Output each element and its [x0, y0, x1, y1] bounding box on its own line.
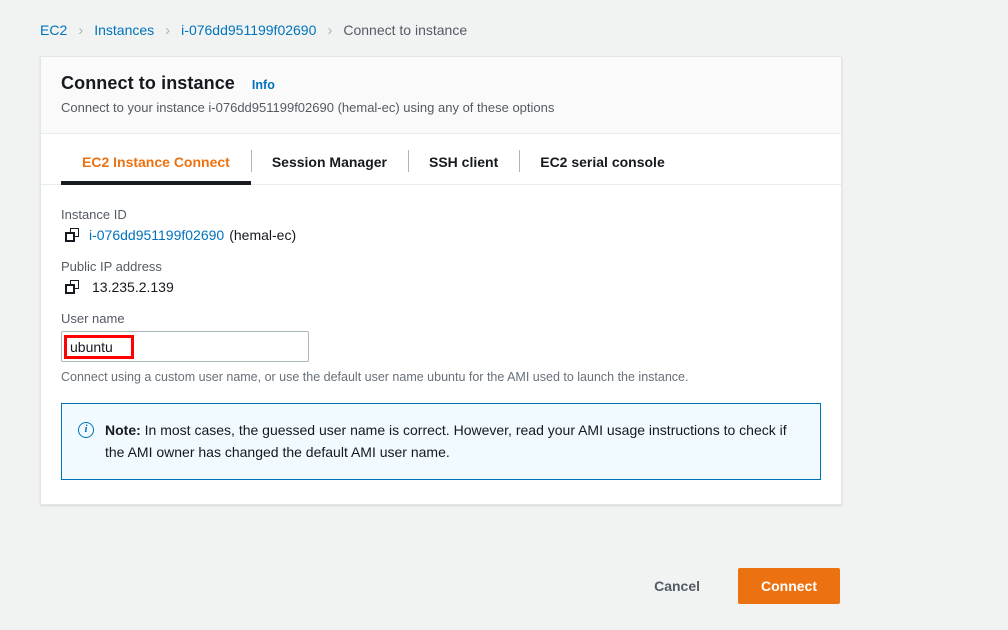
copy-icon[interactable]: [65, 228, 79, 242]
instance-id-value[interactable]: i-076dd951199f02690: [89, 227, 224, 243]
user-name-label: User name: [61, 311, 125, 326]
footer-actions: Cancel Connect: [40, 568, 840, 604]
connect-button[interactable]: Connect: [738, 568, 840, 604]
card-body: Instance ID i-076dd951199f02690 (hemal-e…: [41, 185, 841, 504]
user-name-input-wrapper: [61, 331, 309, 362]
connect-to-instance-card: Connect to instance Info Connect to your…: [40, 56, 842, 506]
copy-icon-front: [65, 232, 75, 242]
note-body: In most cases, the guessed user name is …: [105, 422, 787, 460]
copy-icon-front: [65, 284, 75, 294]
breadcrumb-item-instances[interactable]: Instances: [94, 22, 154, 38]
breadcrumb-separator-icon: ›: [165, 21, 171, 39]
public-ip-value: 13.235.2.139: [92, 279, 174, 295]
user-name-input[interactable]: [61, 331, 309, 362]
tab-label: EC2 serial console: [540, 154, 665, 170]
breadcrumb-item-current: Connect to instance: [343, 22, 468, 38]
tab-ec2-serial-console[interactable]: EC2 serial console: [519, 134, 686, 184]
breadcrumb-item-ec2[interactable]: EC2: [40, 22, 67, 38]
tab-session-manager[interactable]: Session Manager: [250, 134, 408, 184]
user-name-helper-text: Connect using a custom user name, or use…: [61, 370, 689, 384]
breadcrumb-separator-icon: ›: [78, 21, 84, 39]
info-circle-icon: i: [78, 422, 94, 438]
breadcrumb: EC2 › Instances › i-076dd951199f02690 › …: [40, 22, 467, 38]
info-link[interactable]: Info: [252, 78, 275, 92]
cancel-button[interactable]: Cancel: [640, 570, 714, 602]
tab-label: Session Manager: [271, 154, 387, 170]
page-title: Connect to instance: [61, 73, 235, 93]
copy-icon[interactable]: [65, 280, 79, 294]
tab-bar: EC2 Instance Connect Session Manager SSH…: [41, 134, 841, 185]
note-prefix: Note:: [105, 422, 141, 438]
breadcrumb-item-instance-id[interactable]: i-076dd951199f02690: [181, 22, 316, 38]
tab-ec2-instance-connect[interactable]: EC2 Instance Connect: [61, 134, 251, 185]
tab-ssh-client[interactable]: SSH client: [407, 134, 519, 184]
card-title-row: Connect to instance Info: [61, 73, 821, 94]
breadcrumb-separator-icon: ›: [327, 21, 333, 39]
public-ip-row: 13.235.2.139: [61, 279, 821, 295]
public-ip-label: Public IP address: [61, 259, 162, 274]
tab-label: SSH client: [428, 154, 499, 170]
instance-id-row: i-076dd951199f02690 (hemal-ec): [61, 227, 821, 243]
card-subtitle: Connect to your instance i-076dd951199f0…: [61, 100, 555, 115]
tab-label: EC2 Instance Connect: [82, 154, 230, 170]
note-alert: i Note: In most cases, the guessed user …: [61, 403, 821, 481]
note-text: Note: In most cases, the guessed user na…: [105, 420, 802, 463]
instance-id-label: Instance ID: [61, 207, 127, 222]
instance-name-suffix: (hemal-ec): [229, 227, 297, 243]
card-header: Connect to instance Info Connect to your…: [41, 57, 841, 134]
